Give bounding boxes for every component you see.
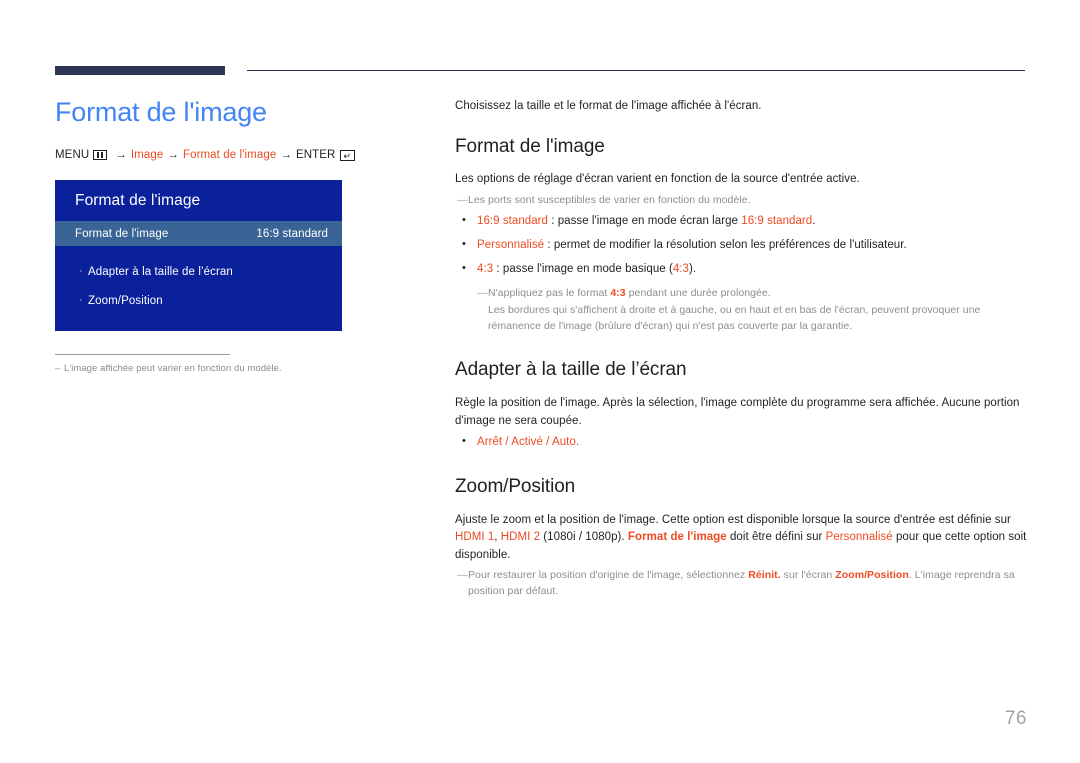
page-number: 76	[1004, 708, 1027, 729]
osd-item-label: Zoom/Position	[88, 294, 163, 307]
term-format-image: Format de l'image	[627, 531, 727, 544]
subnote-term: 4:3	[610, 287, 626, 300]
enter-key-icon: ↵	[340, 149, 356, 161]
breadcrumb-arrow-3: →	[280, 149, 292, 162]
term-reinit: Réinit.	[748, 569, 781, 582]
list-item: 16:9 standard : passe l'image en mode éc…	[455, 212, 1027, 230]
page-title: Format de l'image	[55, 97, 267, 127]
option-term: 16:9 standard	[477, 214, 548, 227]
breadcrumb-arrow-2: →	[167, 149, 179, 162]
osd-item-label: Adapter à la taille de l’écran	[88, 265, 233, 278]
osd-item-zoom-position[interactable]: · Zoom/Position	[55, 286, 342, 315]
section-heading-adapter: Adapter à la taille de l’écran	[455, 359, 687, 381]
section-body-format: Les options de réglage d'écran varient e…	[455, 173, 860, 186]
option-term: 4:3	[477, 263, 494, 276]
osd-item-bullet-icon: ·	[79, 265, 83, 278]
breadcrumb-enter-label: ENTER	[295, 149, 336, 162]
left-note: – L'image affichée peut varier en foncti…	[55, 363, 415, 374]
zoom-body-d: doit être défini sur	[726, 531, 826, 544]
osd-row-selected-value: 16:9 standard	[256, 227, 328, 240]
option-text-tail: .	[812, 214, 816, 227]
osd-menu-panel: Format de l'image Format de l'image 16:9…	[55, 180, 342, 332]
section-heading-format: Format de l'image	[455, 135, 605, 157]
section-note-text: Les ports sont susceptibles de varier en…	[468, 193, 751, 206]
zoom-body-a: Ajuste le zoom et la position de l'image…	[455, 514, 1011, 527]
option-term: Arrêt / Activé / Auto.	[477, 435, 580, 448]
header-rule	[55, 66, 1025, 76]
option-text-tail: ).	[688, 263, 697, 276]
header-rule-thick	[55, 66, 225, 75]
header-rule-thin	[247, 70, 1025, 71]
breadcrumb-menu-label: MENU	[55, 149, 90, 162]
left-note-divider	[55, 354, 230, 356]
option-term-inline: 4:3	[672, 263, 689, 276]
subnote-line1-b: pendant une durée prolongée.	[625, 287, 771, 300]
list-item: 4:3 : passe l'image en mode basique (4:3…	[455, 260, 1027, 278]
list-item: Arrêt / Activé / Auto.	[455, 433, 1027, 451]
note-dash-marker: —	[477, 287, 488, 300]
option-text: : passe l'image en mode écran large	[547, 214, 742, 227]
option-text: : passe l'image en mode basique (	[493, 263, 673, 276]
section-subnote-burnin: — N'appliquez pas le format 4:3 pendant …	[477, 285, 1027, 334]
term-hdmi2: HDMI 2	[500, 531, 541, 544]
section-heading-zoom-position: Zoom/Position	[455, 476, 576, 498]
section-body-zoom-position: Ajuste le zoom et la position de l'image…	[455, 512, 1027, 564]
osd-item-adapter[interactable]: · Adapter à la taille de l’écran	[55, 257, 342, 286]
option-term-inline: 16:9 standard	[741, 214, 813, 227]
reinit-a: Pour restaurer la position d'origine de …	[468, 569, 749, 582]
section-body-adapter: Règle la position de l'image. Après la s…	[455, 397, 1020, 427]
option-text: : permet de modifier la résolution selon…	[544, 238, 907, 251]
option-term: Personnalisé	[477, 238, 545, 251]
reinit-b: sur l'écran	[780, 569, 836, 582]
note-dash-marker: –	[55, 363, 61, 375]
left-note-text: L'image affichée peut varier en fonction…	[64, 363, 282, 375]
breadcrumb-item-image: Image	[130, 149, 164, 162]
term-zoom-position: Zoom/Position	[835, 569, 909, 582]
subnote-line2: Les bordures qui s'affichent à droite et…	[488, 303, 981, 332]
note-dash-marker: —	[457, 569, 468, 582]
right-column: Choisissez la taille et le format de l'i…	[455, 98, 1027, 603]
menu-grid-icon	[93, 150, 108, 161]
osd-row-selected[interactable]: Format de l'image 16:9 standard	[55, 221, 342, 247]
osd-item-bullet-icon: ·	[79, 294, 83, 307]
intro-paragraph: Choisissez la taille et le format de l'i…	[455, 100, 762, 112]
osd-submenu-list: · Adapter à la taille de l’écran · Zoom/…	[55, 246, 342, 331]
list-item: Personnalisé : permet de modifier la rés…	[455, 236, 1027, 254]
subnote-text: N'appliquez pas le format 4:3 pendant un…	[488, 285, 1027, 334]
left-column: Format de l'image MENU → Image → Format …	[55, 92, 415, 374]
subnote-line1-a: N'appliquez pas le format	[488, 287, 611, 300]
osd-panel-title: Format de l'image	[55, 180, 342, 222]
menu-path-breadcrumb: MENU → Image → Format de l'image → ENTER…	[55, 149, 415, 161]
breadcrumb-item-format: Format de l'image	[182, 149, 277, 162]
osd-row-selected-label: Format de l'image	[75, 227, 169, 240]
term-personnalise: Personnalisé	[825, 531, 893, 544]
manual-page: Format de l'image MENU → Image → Format …	[0, 0, 1080, 763]
term-hdmi1: HDMI 1	[455, 531, 495, 544]
section-note-reinit: — Pour restaurer la position d'origine d…	[457, 568, 1027, 600]
adapter-options-list: Arrêt / Activé / Auto.	[455, 433, 1027, 451]
note-dash-marker: —	[457, 193, 468, 206]
zoom-body-c: (1080i / 1080p).	[540, 531, 628, 544]
section-note-ports: — Les ports sont susceptibles de varier …	[457, 193, 1027, 209]
reinit-note-text: Pour restaurer la position d'origine de …	[468, 568, 1027, 600]
breadcrumb-arrow-1: →	[115, 149, 127, 162]
format-options-list: 16:9 standard : passe l'image en mode éc…	[455, 212, 1027, 279]
enter-arrow-glyph: ↵	[343, 152, 352, 161]
